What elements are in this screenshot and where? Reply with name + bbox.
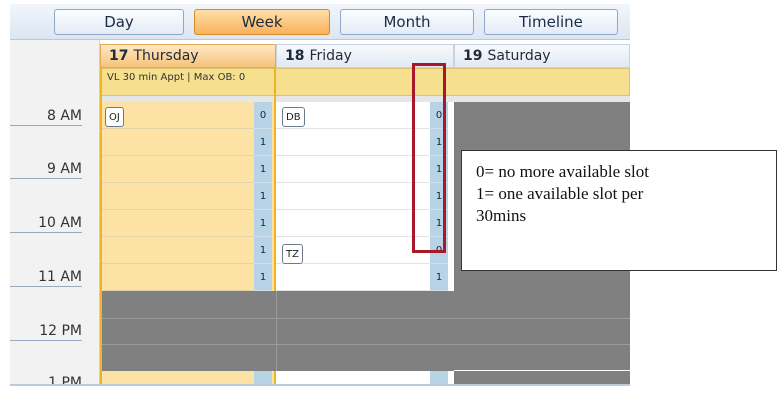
time-label-12pm: 12 PM: [10, 323, 82, 341]
day-name: Friday: [309, 48, 352, 64]
highlight-box: [412, 63, 446, 253]
time-label-10am: 10 AM: [10, 215, 82, 233]
time-label-11am: 11 AM: [10, 269, 82, 287]
appointment-chip-oj[interactable]: OJ: [105, 107, 124, 127]
thursday-slot[interactable]: [102, 102, 256, 129]
time-label-9am: 9 AM: [10, 161, 82, 179]
day-number: 19: [463, 48, 483, 64]
day-view-button[interactable]: Day: [54, 9, 184, 35]
thursday-slot-count: 1: [254, 264, 272, 291]
thursday-slot[interactable]: [102, 183, 256, 210]
closed-divider: [276, 291, 277, 371]
thursday-slot[interactable]: [102, 210, 256, 237]
bottom-edge: [10, 384, 630, 386]
day-number: 17: [109, 48, 129, 64]
friday-slot[interactable]: [276, 183, 430, 210]
day-number: 18: [285, 48, 305, 64]
friday-slot[interactable]: [276, 156, 430, 183]
thursday-slot[interactable]: [102, 156, 256, 183]
month-view-button[interactable]: Month: [340, 9, 474, 35]
thursday-slot[interactable]: [102, 129, 256, 156]
friday-slot[interactable]: [276, 264, 430, 291]
thursday-slot-count: 1: [254, 183, 272, 210]
day-name: Thursday: [133, 48, 199, 64]
appointment-chip-tz[interactable]: TZ: [282, 244, 303, 264]
closed-divider: [102, 344, 630, 345]
thursday-slot-count: 1: [254, 156, 272, 183]
thursday-slot[interactable]: [102, 237, 256, 264]
legend-line-unit: 30mins: [476, 206, 527, 225]
thursday-slot[interactable]: [102, 264, 256, 291]
appointment-chip-db[interactable]: DB: [282, 107, 305, 127]
legend-line-zero: 0= no more available slot: [476, 162, 649, 181]
day-name: Saturday: [487, 48, 551, 64]
friday-slot[interactable]: [276, 129, 430, 156]
day-header-thursday[interactable]: 17 Thursday: [100, 44, 276, 68]
thursday-slot-count: 1: [254, 129, 272, 156]
week-view-button[interactable]: Week: [194, 9, 330, 35]
day-header-saturday[interactable]: 19 Saturday: [454, 44, 630, 68]
thursday-slot-count: 1: [254, 210, 272, 237]
time-label-8am: 8 AM: [10, 108, 82, 126]
timeline-view-button[interactable]: Timeline: [484, 9, 618, 35]
thursday-slot-count: 0: [254, 102, 272, 129]
midday-closed-area: [102, 291, 454, 371]
thursday-slot-count: 1: [254, 237, 272, 264]
time-column: 8 AM 9 AM 10 AM 11 AM 12 PM 1 PM: [10, 40, 100, 386]
friday-slot-count: 1: [430, 264, 448, 291]
legend-line-one: 1= one available slot per: [476, 184, 644, 203]
view-toolbar: Day Week Month Timeline: [10, 4, 630, 40]
legend-callout: 0= no more available slot 1= one availab…: [461, 150, 777, 271]
friday-slot[interactable]: [276, 210, 430, 237]
closed-divider: [102, 318, 630, 319]
appointment-info-bar: VL 30 min Appt | Max OB: 0: [100, 68, 630, 96]
